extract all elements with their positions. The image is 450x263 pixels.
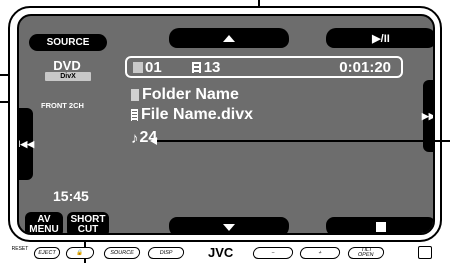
eject-label: EJECT (37, 250, 57, 256)
elapsed-time: 0:01:20 (339, 58, 391, 76)
square-button[interactable] (418, 246, 432, 259)
status-box: 01 13 0:01:20 (125, 56, 403, 78)
source-button[interactable]: SOURCE (29, 34, 107, 51)
music-note-icon: ♪ (131, 129, 139, 147)
av-menu-line1: AV (37, 213, 51, 225)
tilt-open-button[interactable]: TILT OPEN (347, 247, 385, 259)
audio-mode-label: FRONT 2CH (41, 101, 84, 110)
lock-icon: 🔒 (76, 250, 84, 256)
film-icon (191, 61, 201, 73)
folder-small-icon (131, 89, 139, 101)
short-cut-button[interactable]: SHORT CUT (67, 212, 109, 235)
folder-row: Folder Name (131, 86, 239, 104)
open-label: OPEN (357, 252, 374, 258)
panel-source-button[interactable]: SOURCE (103, 247, 141, 259)
file-name: File Name.divx (141, 106, 254, 123)
lock-button[interactable]: 🔒 (65, 247, 95, 259)
source-format-badge: DivX (45, 72, 91, 81)
clock: 15:45 (53, 188, 89, 204)
stop-icon (376, 222, 386, 232)
front-panel: RESET EJECT 🔒 SOURCE DISP JVC − + TILT O… (8, 245, 442, 262)
stop-button[interactable] (326, 217, 433, 233)
folder-number: 01 (145, 58, 162, 76)
previous-icon: I◀◀ (17, 138, 35, 149)
next-icon: ▶▶I (421, 110, 435, 121)
play-pause-button[interactable]: ▶/II (326, 28, 433, 48)
file-number: 13 (203, 58, 221, 76)
folder-name: Folder Name (142, 86, 239, 103)
eject-button[interactable]: EJECT (33, 247, 61, 259)
av-menu-button[interactable]: AV MENU (25, 212, 63, 235)
brand-logo: JVC (208, 245, 234, 260)
up-arrow-icon (223, 34, 235, 42)
tilt-open-label: TILT OPEN (357, 247, 375, 258)
short-cut-line1: SHORT (70, 213, 106, 225)
short-cut-line2: CUT (77, 223, 99, 235)
previous-button[interactable]: I◀◀ (17, 108, 35, 180)
disp-button[interactable]: DISP (147, 247, 185, 259)
callout-track-line (156, 140, 450, 142)
source-name: DVD (53, 58, 81, 73)
reset-button[interactable]: RESET (8, 246, 32, 260)
file-small-icon (131, 109, 138, 121)
down-button[interactable] (169, 217, 289, 233)
file-row: File Name.divx (131, 106, 253, 124)
volume-down-button[interactable]: − (252, 247, 294, 259)
volume-up-button[interactable]: + (299, 247, 341, 259)
callout-track-arrow (150, 137, 157, 145)
av-menu-line2: MENU (29, 223, 59, 235)
down-arrow-icon (223, 223, 235, 231)
folder-icon (133, 61, 143, 73)
display-screen: SOURCE ▶/II DVD DivX FRONT 2CH I◀◀ ▶▶I 0… (17, 14, 435, 235)
up-button[interactable] (169, 28, 289, 48)
